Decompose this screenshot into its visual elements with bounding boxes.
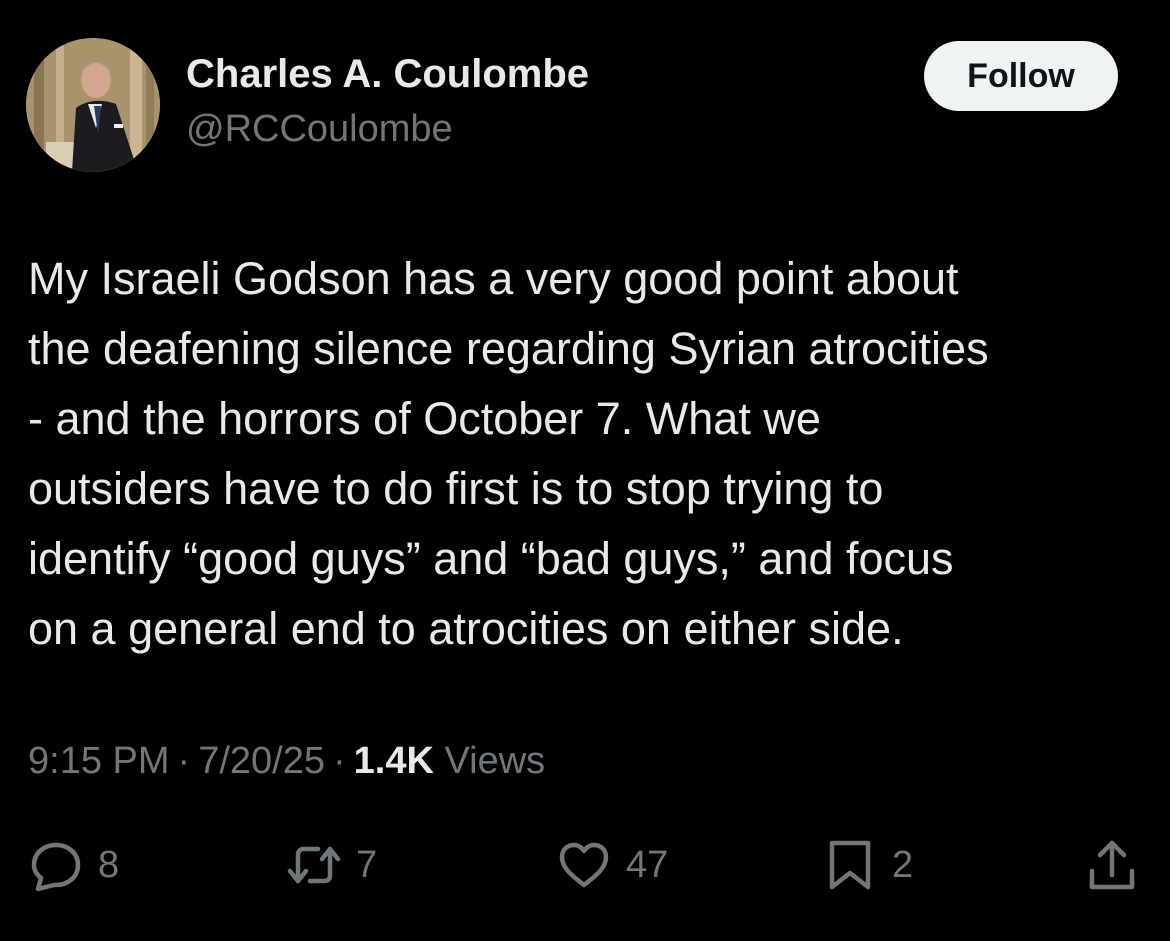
repost-button[interactable]: 7 xyxy=(286,832,377,898)
like-count: 47 xyxy=(626,843,669,886)
meta-separator: · xyxy=(332,740,346,782)
tweet-text: My Israeli Godson has a very good point … xyxy=(28,244,1148,664)
tweet-time[interactable]: 9:15 PM xyxy=(28,740,170,782)
share-button[interactable] xyxy=(1084,832,1140,898)
tweet-date[interactable]: 7/20/25 xyxy=(198,740,325,782)
like-icon xyxy=(556,837,612,893)
bookmark-count: 2 xyxy=(892,843,914,886)
reply-count: 8 xyxy=(98,843,120,886)
tweet-text-line: the deafening silence regarding Syrian a… xyxy=(28,323,989,374)
author-name[interactable]: Charles A. Coulombe xyxy=(186,52,589,97)
share-icon xyxy=(1084,837,1140,893)
views-count[interactable]: 1.4K xyxy=(354,740,434,782)
views-label[interactable]: Views xyxy=(444,740,545,782)
repost-icon xyxy=(286,837,342,893)
repost-count: 7 xyxy=(356,843,378,886)
author-handle[interactable]: @RCCoulombe xyxy=(186,108,453,151)
like-button[interactable]: 47 xyxy=(556,832,668,898)
tweet-meta: 9:15 PM · 7/20/25 · 1.4K Views xyxy=(28,740,545,783)
bookmark-icon xyxy=(822,837,878,893)
reply-icon xyxy=(28,837,84,893)
meta-separator: · xyxy=(177,740,191,782)
tweet-text-line: outsiders have to do first is to stop tr… xyxy=(28,463,884,514)
tweet-text-line: - and the horrors of October 7. What we xyxy=(28,393,821,444)
tweet-text-line: on a general end to atrocities on either… xyxy=(28,603,904,654)
follow-button[interactable]: Follow xyxy=(924,41,1118,111)
tweet-text-line: My Israeli Godson has a very good point … xyxy=(28,253,959,304)
reply-button[interactable]: 8 xyxy=(28,832,119,898)
tweet-text-line: identify “good guys” and “bad guys,” and… xyxy=(28,533,954,584)
bookmark-button[interactable]: 2 xyxy=(822,832,913,898)
avatar[interactable] xyxy=(26,38,160,172)
